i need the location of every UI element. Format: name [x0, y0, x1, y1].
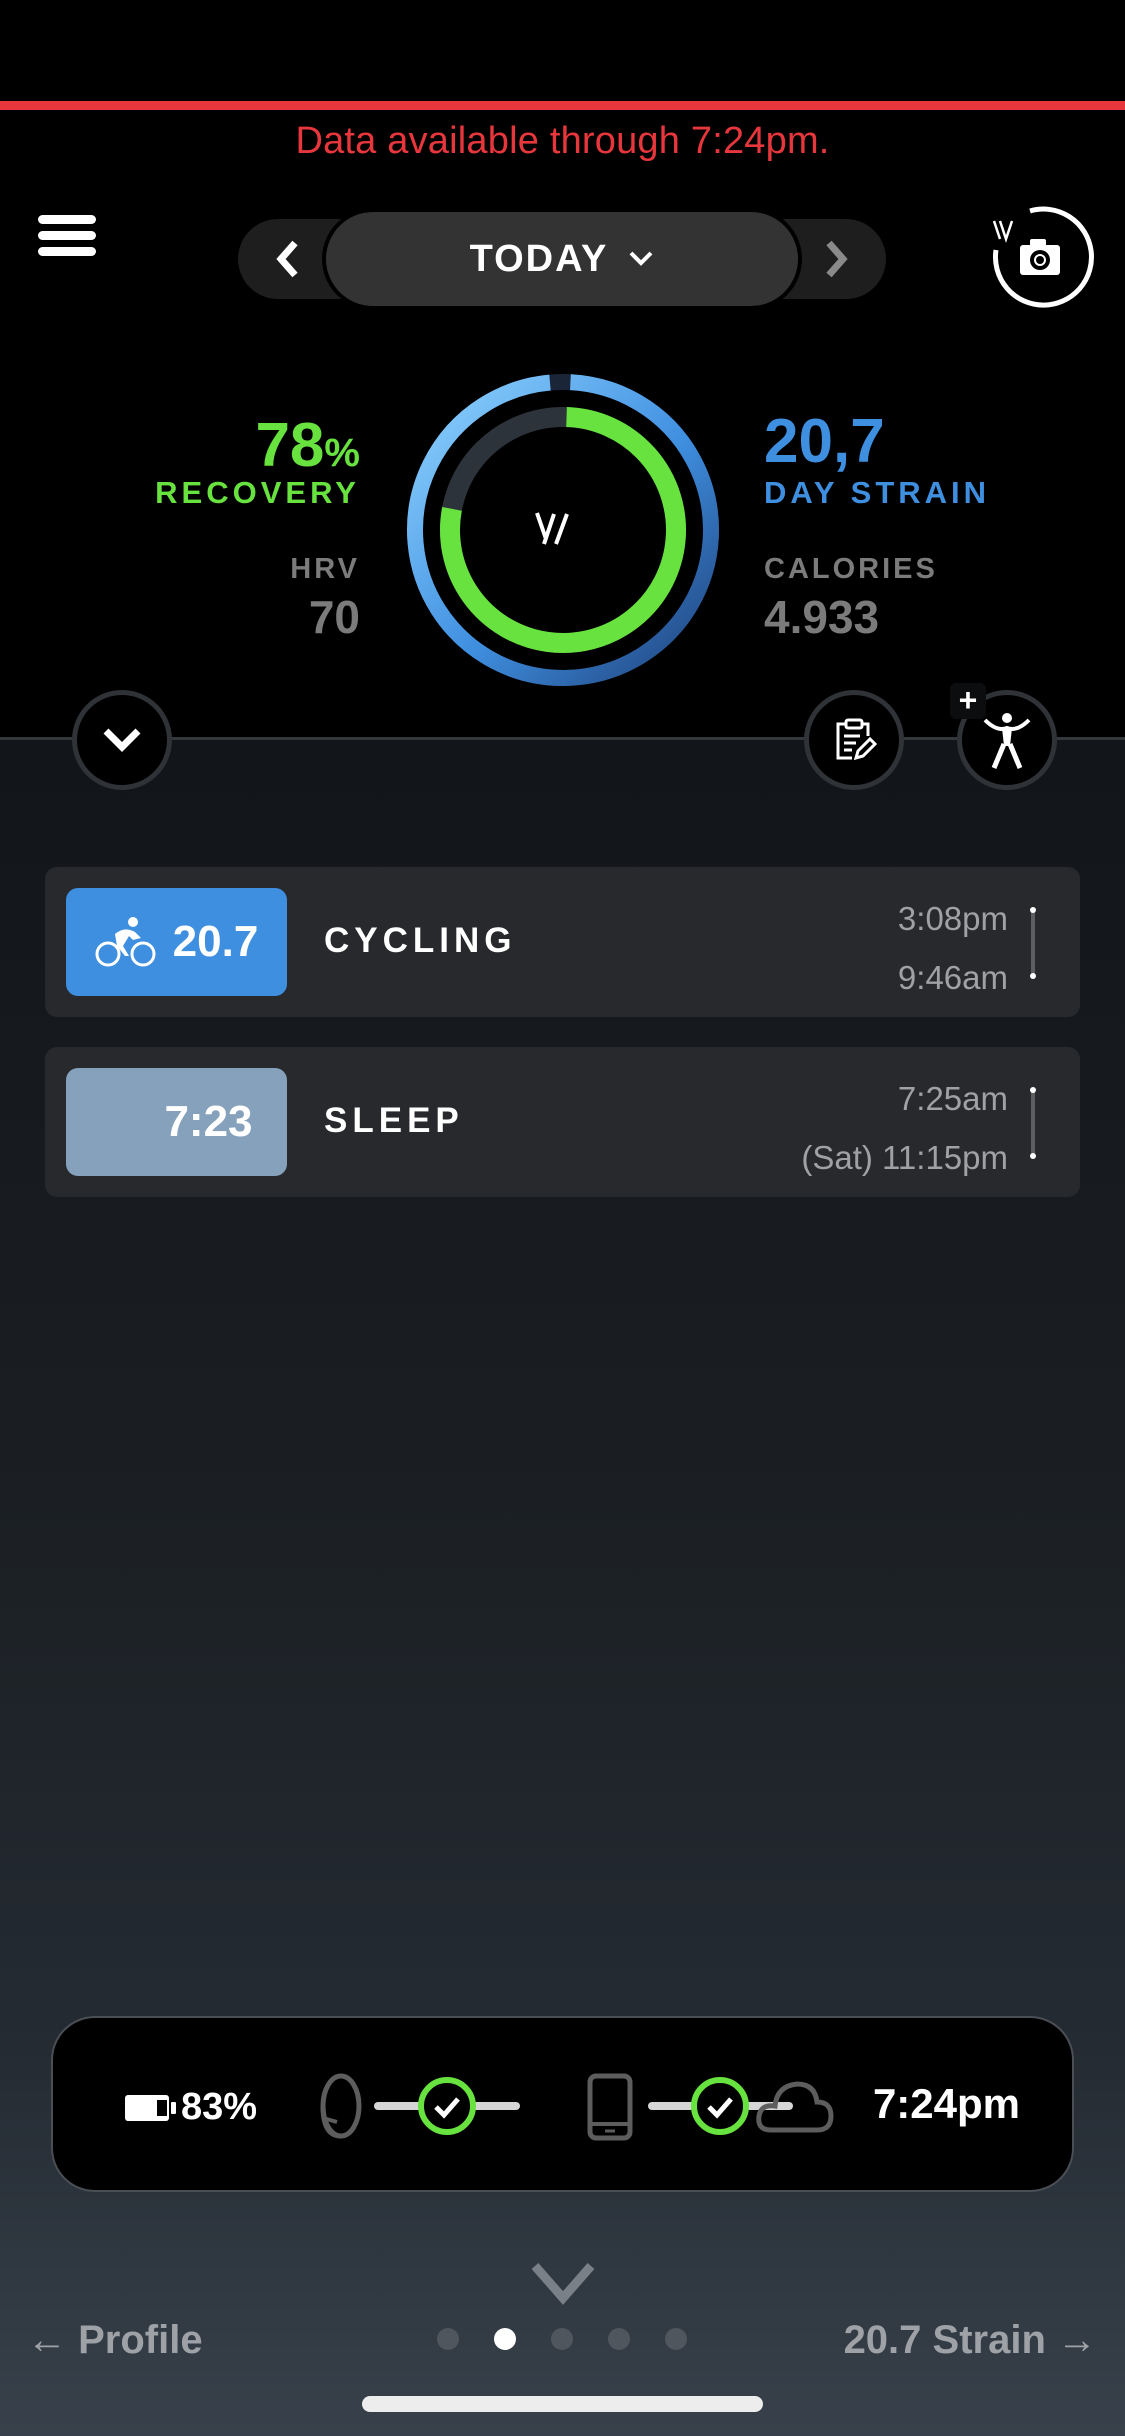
- expand-details-button[interactable]: [72, 690, 172, 790]
- whoop-strap-icon: [320, 2073, 362, 2139]
- sync-status-panel[interactable]: 83% 7:24pm: [51, 2016, 1074, 2192]
- check-circle-icon: [418, 2077, 476, 2135]
- home-indicator[interactable]: [362, 2396, 763, 2412]
- data-status-bar: [0, 101, 1125, 110]
- activity-start-time: 9:46am: [897, 959, 1008, 996]
- clipboard-edit-icon: [836, 718, 878, 761]
- check-circle-icon: [691, 2077, 749, 2135]
- chevron-left-icon: [276, 240, 298, 278]
- page-dot[interactable]: [608, 2328, 630, 2350]
- cloud-icon: [756, 2081, 834, 2133]
- strain-nav-link[interactable]: 20.7 Strain →: [844, 2318, 1097, 2363]
- profile-nav-link[interactable]: ← Profile: [27, 2318, 203, 2363]
- activity-times: 7:25am (Sat) 11:15pm: [801, 1069, 1008, 1187]
- recovery-value: 78: [255, 411, 325, 480]
- activity-card-cycling[interactable]: 20.7 CYCLING 3:08pm 9:46am: [45, 867, 1080, 1017]
- camera-button[interactable]: [990, 205, 1095, 310]
- last-sync-time: 7:24pm: [872, 2080, 1020, 2127]
- add-badge: +: [950, 683, 986, 719]
- day-strain-label: DAY STRAIN: [764, 475, 991, 510]
- moon-icon: [102, 1099, 142, 1143]
- page-dot[interactable]: [551, 2328, 573, 2350]
- chevron-right-icon: [826, 240, 848, 278]
- calories-label: CALORIES: [764, 553, 938, 585]
- hrv-label: HRV: [290, 553, 360, 585]
- hamburger-menu-icon: [38, 215, 98, 256]
- activity-name: SLEEP: [324, 1101, 464, 1140]
- page-indicator: [437, 2328, 687, 2350]
- activity-timeline: [1030, 1087, 1036, 1159]
- hrv-value: 70: [308, 591, 360, 643]
- menu-button[interactable]: [38, 215, 98, 263]
- battery-icon: [125, 2094, 176, 2121]
- page-dot-active[interactable]: [494, 2328, 516, 2350]
- activity-timeline: [1030, 907, 1036, 979]
- calories-value: 4.933: [764, 591, 880, 643]
- day-strain-value[interactable]: 20,7: [764, 406, 885, 477]
- whoop-camera-icon: [992, 206, 1094, 308]
- activity-end-time: 3:08pm: [897, 900, 1008, 937]
- activity-times: 3:08pm 9:46am: [898, 889, 1008, 1007]
- date-selector-button[interactable]: TODAY: [322, 208, 802, 310]
- journal-button[interactable]: [804, 690, 904, 790]
- page-dot[interactable]: [665, 2328, 687, 2350]
- activity-start-time: (Sat) 11:15pm: [801, 1139, 1008, 1176]
- data-availability-banner: Data available through 7:24pm.: [295, 120, 830, 162]
- chevron-down-icon[interactable]: [531, 2262, 595, 2306]
- activity-card-sleep[interactable]: 7:23 SLEEP 7:25am (Sat) 11:15pm: [45, 1047, 1080, 1197]
- previous-day-button[interactable]: [258, 230, 318, 288]
- sleep-duration-badge: 7:23: [66, 1068, 287, 1176]
- activity-strain-value: 20.7: [172, 917, 259, 966]
- sleep-duration-value: 7:23: [164, 1097, 253, 1146]
- recovery-unit: %: [324, 431, 360, 475]
- battery-percent: 83%: [181, 2086, 258, 2128]
- chevron-down-icon: [103, 728, 141, 752]
- page-dot[interactable]: [437, 2328, 459, 2350]
- date-label: TODAY: [469, 237, 609, 280]
- activity-name: CYCLING: [324, 921, 517, 960]
- whoop-logo-icon: [535, 512, 569, 545]
- phone-icon: [587, 2073, 633, 2141]
- bicycle-icon: [95, 917, 156, 967]
- recovery-score[interactable]: 78%: [255, 410, 360, 481]
- activity-end-time: 7:25am: [897, 1080, 1008, 1117]
- activity-strain-badge: 20.7: [66, 888, 287, 996]
- next-day-button[interactable]: [806, 230, 866, 288]
- person-activity-icon: [983, 713, 1031, 769]
- chevron-down-icon: [629, 251, 653, 266]
- date-navigator: TODAY: [238, 208, 886, 310]
- recovery-label: RECOVERY: [155, 475, 360, 510]
- recovery-strain-rings[interactable]: [405, 372, 721, 688]
- battery-status: 83%: [125, 2086, 257, 2129]
